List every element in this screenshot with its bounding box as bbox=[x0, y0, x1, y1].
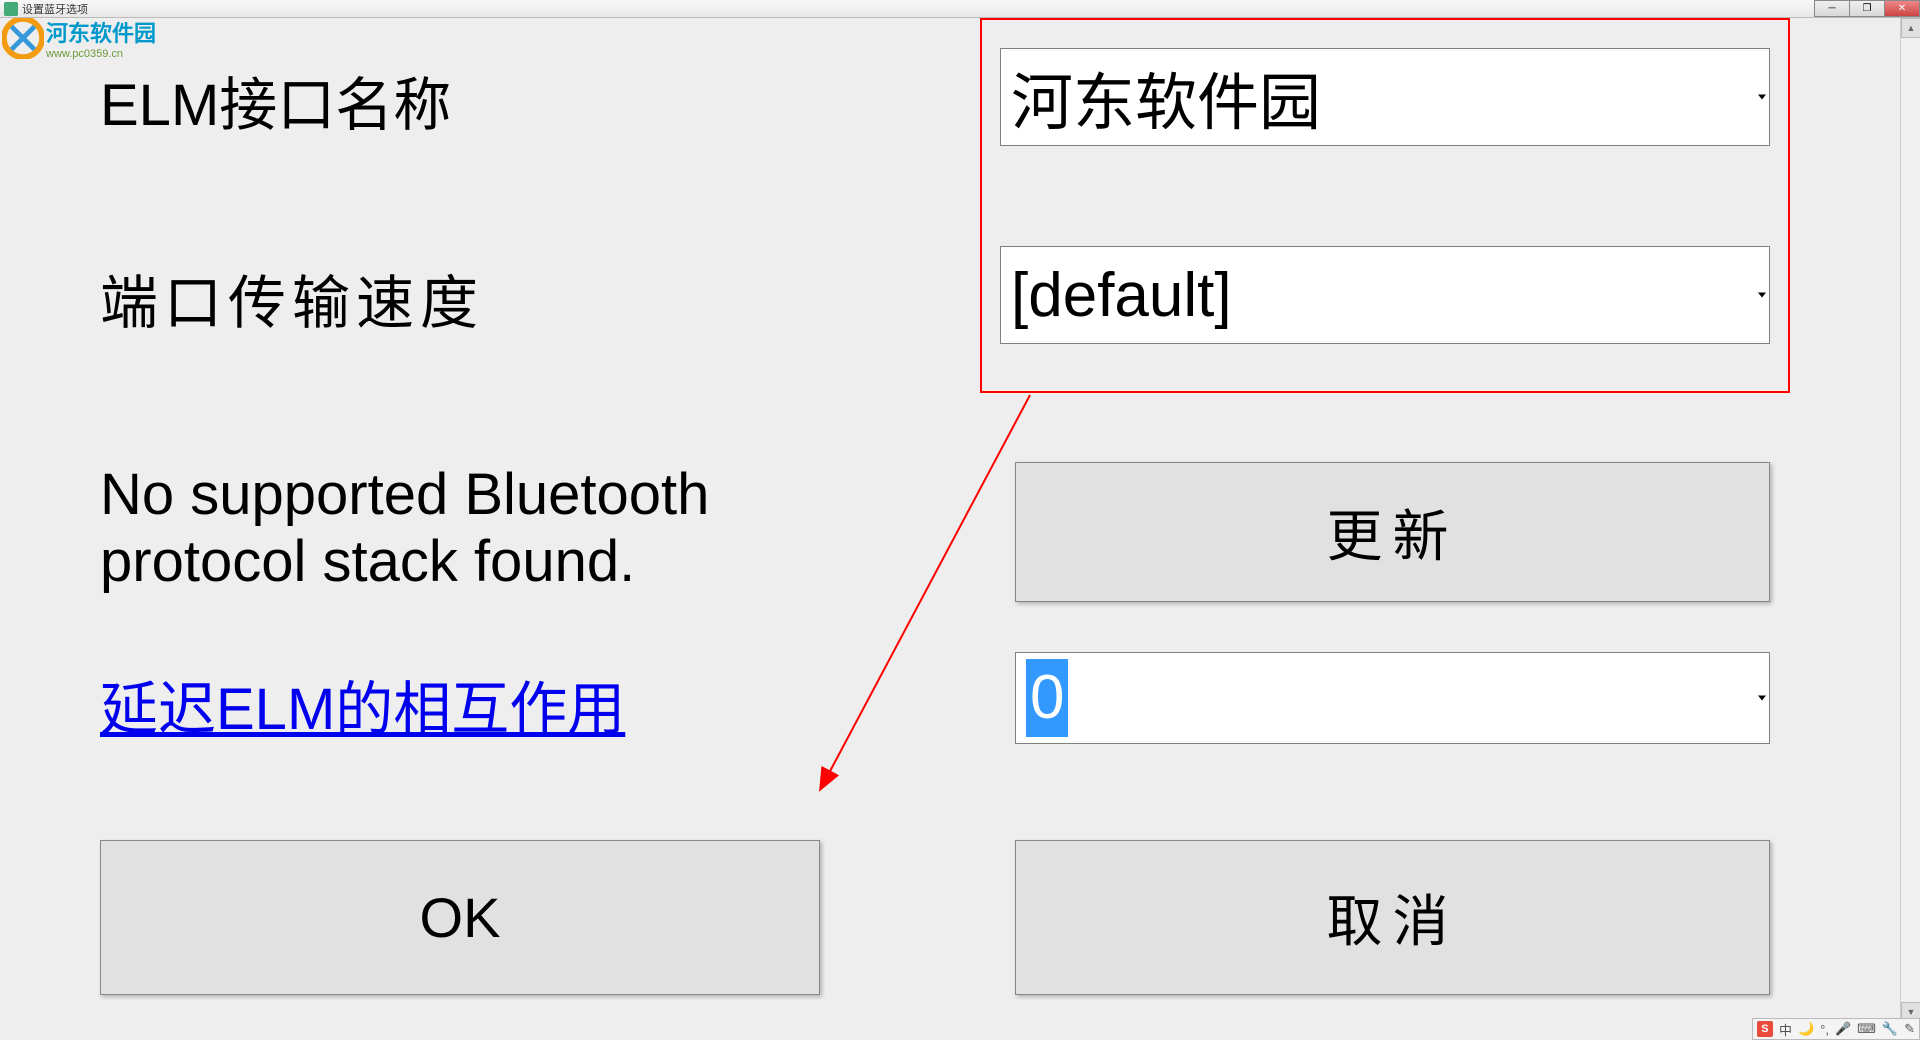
maximize-button[interactable]: ❐ bbox=[1849, 0, 1885, 17]
baud-dropdown-value: [default] bbox=[1011, 260, 1232, 331]
watermark-url: www.pc0359.cn bbox=[46, 48, 156, 60]
port-speed-label: 端口传输速度 bbox=[100, 256, 484, 340]
delay-dropdown-value: 0 bbox=[1026, 659, 1068, 737]
watermark-title: 河东软件园 bbox=[46, 16, 156, 48]
elm-dropdown-value: 河东软件园 bbox=[1011, 52, 1321, 142]
dialog-content: ELM接口名称 端口传输速度 No supported Bluetoothpro… bbox=[0, 20, 1898, 1040]
ime-logo-icon[interactable]: S bbox=[1757, 1021, 1773, 1037]
window-title: 设置蓝牙选项 bbox=[22, 1, 88, 17]
app-icon bbox=[4, 2, 18, 16]
moon-icon[interactable]: 🌙 bbox=[1798, 1021, 1814, 1037]
bluetooth-status-text: No supported Bluetoothprotocol stack fou… bbox=[100, 462, 709, 595]
elm-interface-dropdown[interactable]: 河东软件园 bbox=[1000, 48, 1770, 146]
mic-icon[interactable]: 🎤 bbox=[1835, 1021, 1851, 1037]
keyboard-icon[interactable]: ⌨ bbox=[1857, 1021, 1876, 1037]
ime-toolbar: S 中 🌙 °, 🎤 ⌨ 🔧 ✎ bbox=[1752, 1018, 1920, 1040]
chevron-down-icon bbox=[1758, 95, 1766, 100]
wrench-icon[interactable]: 🔧 bbox=[1882, 1021, 1898, 1037]
watermark: 河东软件园 www.pc0359.cn bbox=[2, 16, 156, 60]
pen-icon[interactable]: ✎ bbox=[1904, 1021, 1915, 1037]
chevron-down-icon bbox=[1758, 293, 1766, 298]
elm-interface-label: ELM接口名称 bbox=[100, 58, 451, 142]
vertical-scrollbar[interactable]: ▲ ▼ bbox=[1900, 18, 1920, 1022]
scroll-up-icon[interactable]: ▲ bbox=[1901, 18, 1920, 38]
ok-button[interactable]: OK bbox=[100, 840, 820, 995]
baud-rate-dropdown[interactable]: [default] bbox=[1000, 246, 1770, 344]
update-button[interactable]: 更新 bbox=[1015, 462, 1770, 602]
watermark-logo-icon bbox=[2, 17, 44, 59]
delay-elm-link[interactable]: 延迟ELM的相互作用 bbox=[100, 662, 625, 746]
window-controls: ─ ❐ ✕ bbox=[1815, 0, 1920, 17]
minimize-button[interactable]: ─ bbox=[1814, 0, 1850, 17]
delay-dropdown[interactable]: 0 bbox=[1015, 652, 1770, 744]
punctuation-icon[interactable]: °, bbox=[1820, 1022, 1829, 1037]
close-button[interactable]: ✕ bbox=[1884, 0, 1920, 17]
title-bar: 设置蓝牙选项 ─ ❐ ✕ bbox=[0, 0, 1920, 18]
ime-language[interactable]: 中 bbox=[1779, 1020, 1792, 1039]
chevron-down-icon bbox=[1758, 696, 1766, 701]
cancel-button[interactable]: 取消 bbox=[1015, 840, 1770, 995]
